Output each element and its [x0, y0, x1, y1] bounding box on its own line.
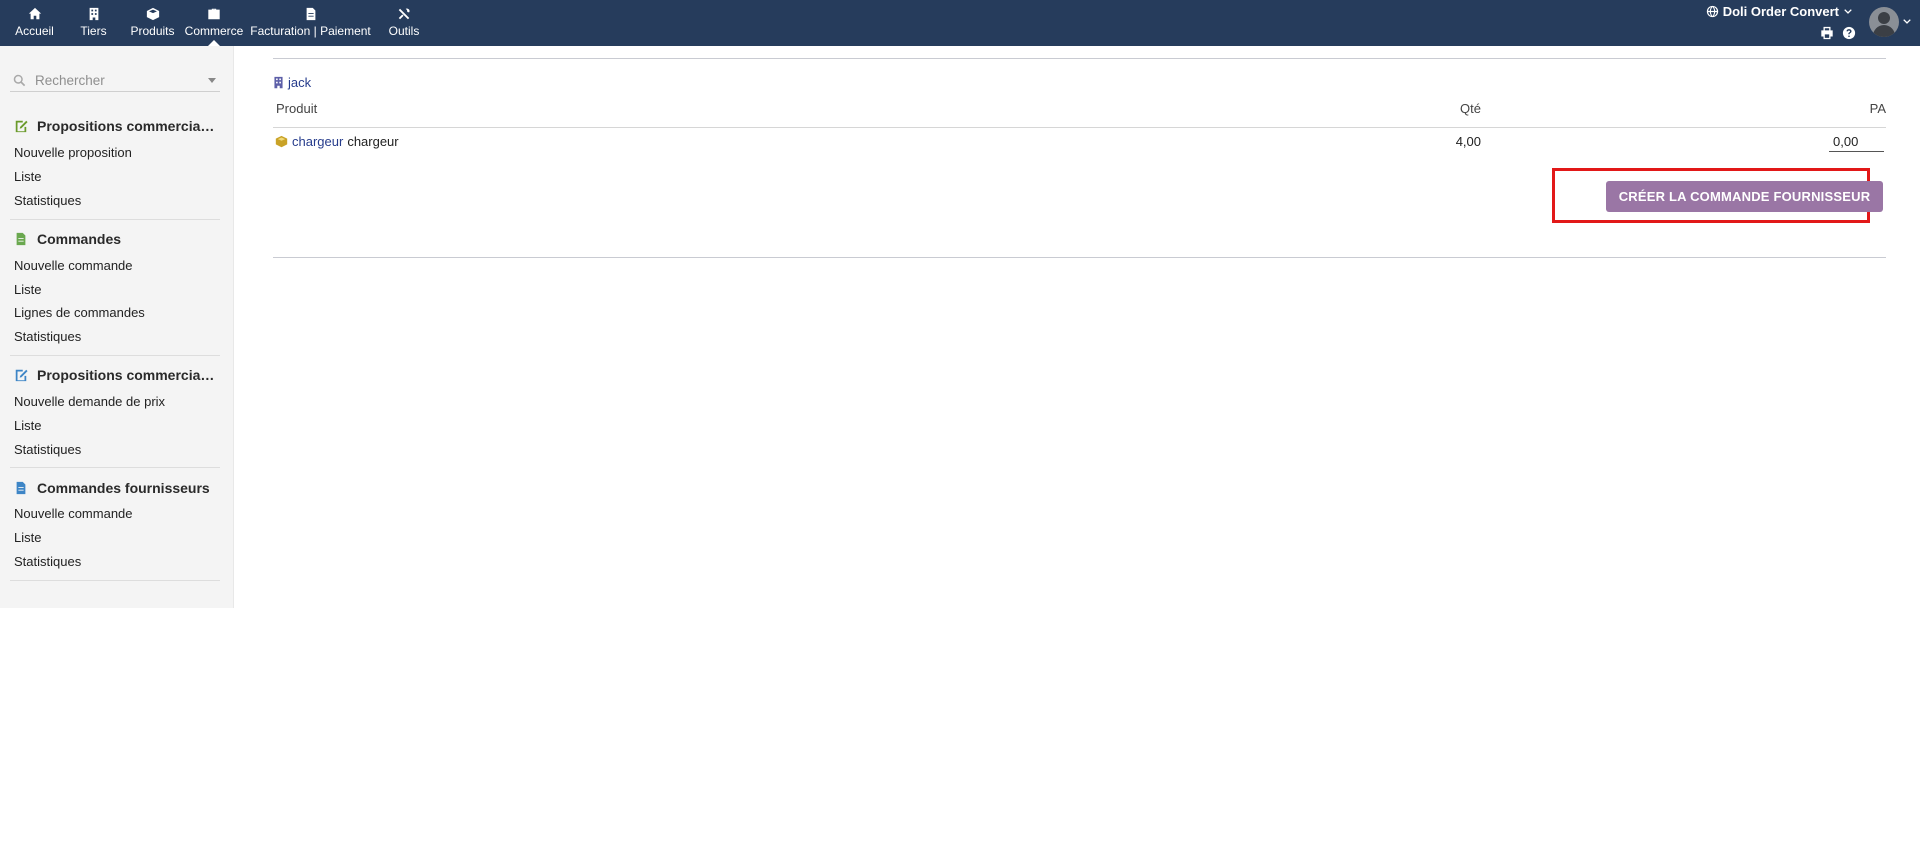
entity-name: Doli Order Convert [1722, 4, 1839, 19]
table-row: chargeur chargeur 4,00 [273, 129, 1886, 159]
search-box[interactable]: Rechercher [10, 70, 220, 92]
search-placeholder: Rechercher [35, 73, 105, 88]
proposal-icon [15, 120, 28, 133]
sidebar-item-statistiques-propositions[interactable]: Statistiques [14, 193, 81, 208]
left-sidebar: Rechercher Propositions commerciales Nou… [0, 46, 234, 608]
menu-produits[interactable]: Produits [123, 0, 182, 46]
menu-commerce[interactable]: Commerce [182, 0, 246, 46]
sidebar-item-liste-commandes[interactable]: Liste [14, 282, 41, 297]
product-icon [275, 135, 288, 148]
create-supplier-order-button[interactable]: CRÉER LA COMMANDE FOURNISSEUR [1606, 181, 1883, 212]
tools-icon [398, 8, 410, 20]
sidebar-item-liste-demandes[interactable]: Liste [14, 418, 41, 433]
sidebar-item-nouvelle-commande-fournisseur[interactable]: Nouvelle commande [14, 506, 133, 521]
sidebar-title-label: Propositions commerciale ... [37, 367, 217, 383]
menu-facturation[interactable]: Facturation | Paiement [246, 0, 375, 46]
sidebar-item-nouvelle-demande-prix[interactable]: Nouvelle demande de prix [14, 394, 165, 409]
sidebar-item-statistiques-commandes[interactable]: Statistiques [14, 329, 81, 344]
divider [273, 58, 1886, 59]
sidebar-title-commandes[interactable]: Commandes [14, 231, 121, 247]
sidebar-title-label: Commandes fournisseurs [37, 480, 210, 496]
home-icon [28, 7, 41, 20]
sidebar-item-nouvelle-commande[interactable]: Nouvelle commande [14, 258, 133, 273]
menu-outils[interactable]: Outils [375, 0, 433, 46]
product-cell: chargeur chargeur [275, 134, 399, 149]
column-header-product: Produit [276, 101, 318, 116]
menu-facturation-label: Facturation | Paiement [250, 24, 371, 38]
sidebar-title-commandes-fournisseurs[interactable]: Commandes fournisseurs [14, 480, 210, 496]
sidebar-title-label: Commandes [37, 231, 122, 247]
chevron-down-icon [1903, 19, 1911, 24]
main-menu: Accueil Tiers Produits Commerce Facturat… [0, 0, 433, 46]
menu-outils-label: Outils [388, 24, 420, 38]
sidebar-item-nouvelle-proposition[interactable]: Nouvelle proposition [14, 145, 132, 160]
thirdparty-name: jack [288, 75, 312, 90]
menu-accueil[interactable]: Accueil [5, 0, 64, 46]
order-icon [16, 232, 26, 246]
globe-icon [1706, 5, 1718, 18]
building-icon [274, 76, 283, 89]
briefcase-icon [208, 8, 220, 20]
sidebar-item-statistiques-demandes[interactable]: Statistiques [14, 442, 81, 457]
sidebar-item-statistiques-commandes-fournisseurs[interactable]: Statistiques [14, 554, 81, 569]
menu-tiers-label: Tiers [80, 24, 107, 38]
help-icon[interactable] [1842, 26, 1856, 40]
product-label: chargeur [347, 134, 399, 149]
avatar [1869, 7, 1899, 37]
sidebar-item-lignes-commandes[interactable]: Lignes de commandes [14, 305, 145, 320]
user-menu[interactable] [1869, 7, 1912, 37]
sidebar-title-label: Propositions commerciales [37, 118, 217, 134]
menu-tiers[interactable]: Tiers [64, 0, 123, 46]
pa-input[interactable] [1829, 132, 1884, 152]
qty-value: 4,00 [1455, 134, 1481, 149]
menu-accueil-label: Accueil [15, 24, 54, 38]
divider [10, 580, 220, 581]
divider [10, 467, 220, 468]
product-ref-link[interactable]: chargeur [292, 134, 343, 149]
sidebar-title-propositions-fournisseurs[interactable]: Propositions commerciale ... [14, 367, 217, 383]
print-icon[interactable] [1820, 26, 1834, 40]
sidebar-title-propositions[interactable]: Propositions commerciales [14, 118, 217, 134]
sidebar-item-liste-propositions[interactable]: Liste [14, 169, 41, 184]
cube-icon [146, 7, 159, 21]
divider [10, 355, 220, 356]
building-icon [89, 7, 98, 21]
supplier-proposal-icon [15, 369, 28, 382]
file-icon [306, 7, 315, 21]
menu-produits-label: Produits [130, 24, 175, 38]
entity-selector[interactable]: Doli Order Convert [1706, 4, 1853, 19]
top-navbar: Accueil Tiers Produits Commerce Facturat… [0, 0, 1920, 46]
toolbar-icons [1820, 26, 1856, 40]
divider [10, 219, 220, 220]
sidebar-item-liste-commandes-fournisseurs[interactable]: Liste [14, 530, 41, 545]
divider [273, 257, 1886, 258]
column-header-qty: Qté [1460, 101, 1481, 116]
thirdparty-link[interactable]: jack [273, 75, 311, 90]
supplier-order-icon [16, 481, 26, 495]
search-icon [13, 74, 26, 87]
column-header-pa: PA [1869, 101, 1886, 116]
menu-commerce-label: Commerce [184, 24, 244, 38]
table-header: Produit Qté PA [273, 101, 1886, 128]
chevron-down-icon [1844, 8, 1852, 14]
search-dropdown-caret[interactable] [208, 78, 216, 83]
